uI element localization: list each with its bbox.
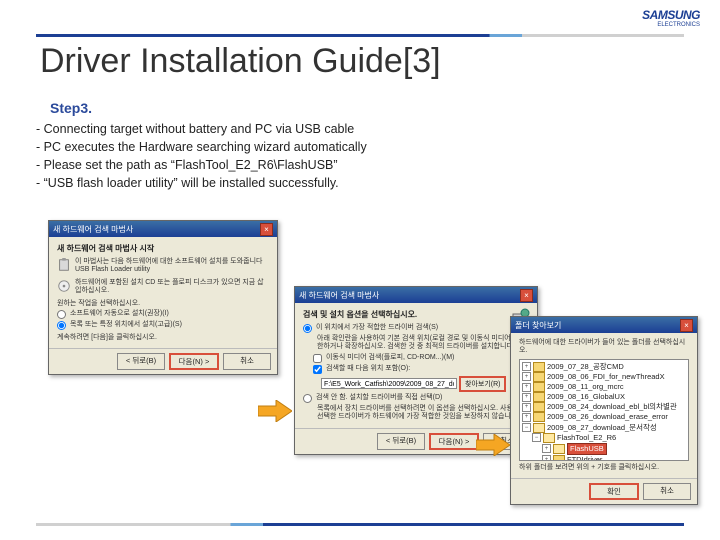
option-desc: 아래 확인란을 사용하여 기본 검색 위치(로컬 경로 및 이동식 미디어)를 … — [317, 335, 529, 352]
window-title: 폴더 찾아보기 — [515, 320, 561, 331]
tree-item: +2009_08_24_download_ebl_bl의차별관 — [522, 402, 686, 412]
usb-device-icon — [57, 258, 71, 272]
radio-auto-install[interactable]: 소프트웨어 자동으로 설치(권장)(I) — [57, 310, 269, 319]
tree-item: +2009_07_28_공장CMD — [522, 362, 686, 372]
cd-prompt-text: 하드웨어에 포함된 설치 CD 또는 플로피 디스크가 있으면 지금 삽입하십시… — [75, 279, 269, 296]
wizard-window-2: 새 하드웨어 검색 마법사 × 검색 및 설치 옵션을 선택하십시오. 이 위치… — [294, 286, 538, 455]
path-input[interactable] — [321, 378, 457, 389]
prompt-text: 원하는 작업을 선택하십시오. — [57, 300, 269, 308]
wizard-window-1: 새 하드웨어 검색 마법사 × 새 하드웨어 검색 마법사 시작 이 마법사는 … — [48, 220, 278, 375]
tree-item: −FlashTool_E2_R6 — [532, 433, 686, 443]
samsung-logo: SAMSUNGELECTRONICS — [642, 8, 700, 28]
continue-text: 계속하려면 [다음]을 클릭하십시오. — [57, 334, 269, 342]
page-title: Driver Installation Guide[3] — [40, 42, 441, 81]
tree-item: +FTDIdriver — [542, 455, 686, 461]
divider-bottom — [36, 523, 684, 526]
instruction-list: Connecting target without battery and PC… — [36, 120, 367, 193]
close-icon[interactable]: × — [520, 289, 533, 302]
back-button[interactable]: < 뒤로(B) — [377, 433, 425, 450]
window-title: 새 하드웨어 검색 마법사 — [53, 224, 133, 235]
browse-folder-dialog: 폴더 찾아보기 × 하드웨어에 대한 드라이버가 들어 있는 폴더를 선택하십시… — [510, 316, 698, 505]
tree-item: +2009_08_26_download_erase_error — [522, 412, 686, 422]
close-icon[interactable]: × — [260, 223, 273, 236]
bullet-item: Please set the path as “FlashTool_E2_R6\… — [36, 156, 367, 174]
arrow-icon — [476, 434, 510, 456]
next-button[interactable]: 다음(N) > — [429, 433, 479, 450]
bullet-item: PC executes the Hardware searching wizar… — [36, 138, 367, 156]
folder-tree[interactable]: +2009_07_28_공장CMD +2009_08_06_FDI_for_ne… — [519, 359, 689, 461]
arrow-icon — [258, 400, 292, 422]
check-removable-media[interactable]: 이동식 미디어 검색(플로피, CD-ROM...)(M) — [313, 354, 529, 363]
step-label: Step3. — [50, 100, 92, 116]
tree-item: +2009_08_06_FDI_for_newThreadX — [522, 372, 686, 382]
cancel-button[interactable]: 취소 — [643, 483, 691, 500]
wizard-heading: 새 하드웨어 검색 마법사 시작 — [57, 243, 269, 254]
radio-search-best[interactable]: 이 위치에서 가장 적합한 드라이버 검색(S) — [303, 324, 529, 333]
tree-item-selected: +FlashUSB — [542, 443, 686, 455]
wizard-heading: 검색 및 설치 옵션을 선택하십시오. — [303, 309, 529, 320]
titlebar[interactable]: 새 하드웨어 검색 마법사 × — [295, 287, 537, 303]
back-button[interactable]: < 뒤로(B) — [117, 353, 165, 370]
device-name-text: USB Flash Loader utility — [75, 266, 263, 274]
tree-item: +2009_08_11_org_mcrc — [522, 382, 686, 392]
bullet-item: Connecting target without battery and PC… — [36, 120, 367, 138]
tree-item: +2009_08_16_GlobalUX — [522, 392, 686, 402]
bullet-item: “USB flash loader utility” will be insta… — [36, 174, 367, 192]
ok-button[interactable]: 확인 — [589, 483, 639, 500]
dialog-prompt: 하드웨어에 대한 드라이버가 들어 있는 폴더를 선택하십시오. — [519, 339, 689, 356]
wizard-text: 이 마법사는 다음 하드웨어에 대한 소프트웨어 설치를 도와줍니다 — [75, 258, 263, 266]
hint-text: 하위 폴더를 보려면 위의 + 기호를 클릭하십시오. — [519, 464, 689, 472]
radio-dont-search[interactable]: 검색 안 함. 설치할 드라이버를 직접 선택(D) — [303, 394, 529, 403]
titlebar[interactable]: 폴더 찾아보기 × — [511, 317, 697, 333]
titlebar[interactable]: 새 하드웨어 검색 마법사 × — [49, 221, 277, 237]
next-button[interactable]: 다음(N) > — [169, 353, 219, 370]
cd-icon — [57, 279, 71, 293]
divider-top — [36, 34, 684, 37]
browse-button[interactable]: 찾아보기(R) — [459, 376, 506, 392]
option-desc: 목록에서 장치 드라이버를 선택하려면 이 옵션을 선택하십시오. 사용자가 선… — [317, 405, 529, 422]
cancel-button[interactable]: 취소 — [223, 353, 271, 370]
check-include-location[interactable]: 검색할 때 다음 위치 포함(O): — [313, 365, 529, 374]
tree-item: −2009_08_27_download_문서작성 — [522, 423, 686, 433]
window-title: 새 하드웨어 검색 마법사 — [299, 290, 379, 301]
radio-list-location[interactable]: 목록 또는 특정 위치에서 설치(고급)(S) — [57, 321, 269, 330]
close-icon[interactable]: × — [680, 319, 693, 332]
